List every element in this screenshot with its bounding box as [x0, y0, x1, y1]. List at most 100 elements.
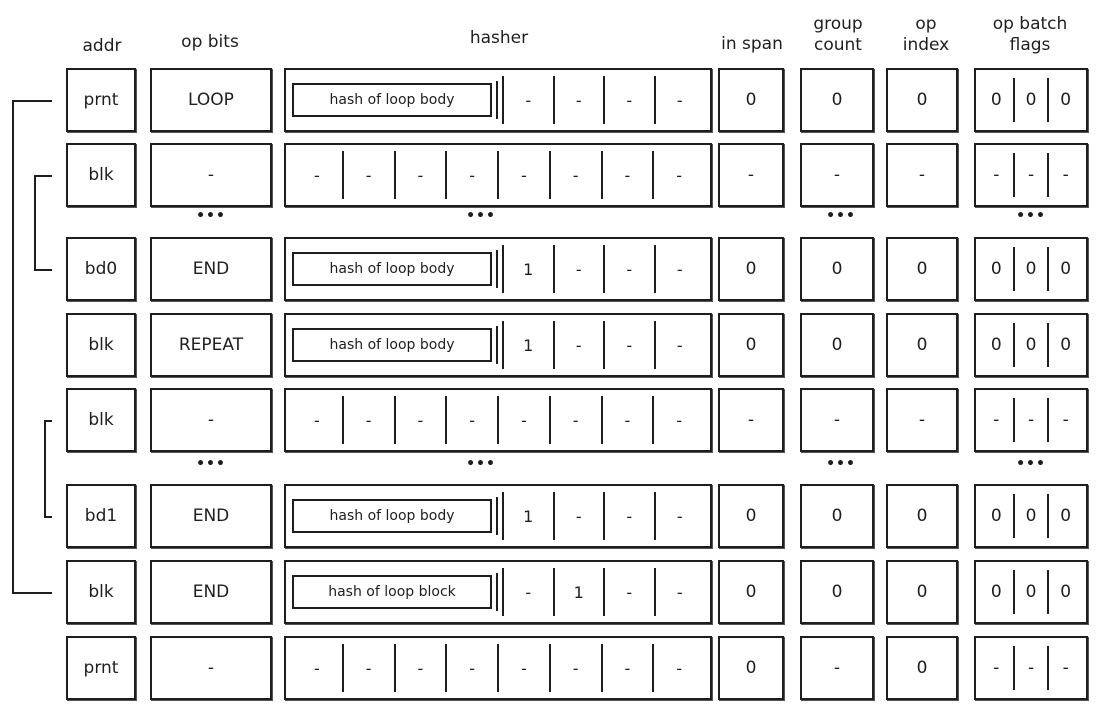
op-batch-flags-cell: ---	[974, 388, 1088, 452]
hasher-value: -	[502, 76, 553, 124]
ellipsis-hasher: •••	[466, 208, 496, 224]
group-count-cell: -	[800, 143, 874, 207]
addr-cell: blk	[66, 388, 136, 452]
body0-bracket-vertical	[34, 175, 36, 269]
hasher-value: 1	[502, 245, 553, 293]
header-op-bits: op bits	[181, 32, 239, 52]
hasher-value: -	[548, 151, 601, 199]
ellipsis-hasher: •••	[466, 456, 496, 472]
body0-bracket-bottom	[34, 269, 52, 271]
flag-value: 0	[1012, 78, 1048, 122]
hasher-value: -	[445, 151, 497, 199]
hasher-value: -	[552, 492, 604, 540]
flag-value: 0	[990, 335, 1002, 355]
hasher-value: -	[603, 76, 654, 124]
hasher-value: -	[445, 396, 497, 444]
group-count-cell: -	[800, 636, 874, 700]
header-group-count: group count	[813, 14, 863, 55]
flag-value: -	[1012, 646, 1048, 690]
hasher-value: -	[653, 321, 705, 369]
body1-bracket-bottom	[44, 516, 52, 518]
flag-value: -	[1047, 398, 1082, 442]
hasher-value: -	[603, 245, 654, 293]
op-bits-cell: -	[150, 636, 272, 700]
hasher-value: -	[313, 410, 320, 430]
flag-value: 0	[990, 259, 1002, 279]
hasher-value: -	[653, 492, 705, 540]
group-count-cell: 0	[800, 313, 874, 377]
hasher-value: -	[497, 396, 549, 444]
in-span-cell: 0	[718, 68, 784, 132]
op-index-cell: 0	[886, 313, 958, 377]
hasher-value: -	[393, 396, 446, 444]
hasher-value: 1	[502, 321, 553, 369]
in-span-cell: -	[718, 388, 784, 452]
ellipsis-op-batch-flags: •••	[1016, 456, 1046, 472]
hasher-value: -	[497, 151, 549, 199]
flag-value: 0	[1012, 323, 1048, 367]
op-index-cell: 0	[886, 484, 958, 548]
flag-value: -	[993, 165, 1000, 185]
outer-loop-bracket-top	[12, 100, 52, 102]
body1-bracket-top	[44, 420, 52, 422]
op-bits-cell: END	[150, 237, 272, 301]
group-count-cell: 0	[800, 68, 874, 132]
hasher-value: -	[393, 644, 446, 692]
group-count-cell: 0	[800, 237, 874, 301]
hasher-value: -	[341, 396, 394, 444]
header-op-batch-flags: op batch flags	[992, 14, 1068, 55]
in-span-cell: 0	[718, 560, 784, 624]
flag-value: -	[1047, 646, 1082, 690]
op-index-cell: 0	[886, 68, 958, 132]
hasher-value: -	[313, 165, 320, 185]
hasher-value: -	[653, 245, 705, 293]
op-batch-flags-cell: 000	[974, 313, 1088, 377]
op-bits-cell: LOOP	[150, 68, 272, 132]
hasher-cell: hash of loop body 1- - -	[284, 484, 712, 548]
hasher-value: -	[653, 568, 705, 616]
hasher-value: -	[600, 151, 653, 199]
ellipsis-op-bits: •••	[196, 208, 226, 224]
header-op-index: op index	[902, 14, 950, 55]
flag-value: 0	[1047, 570, 1082, 614]
op-index-cell: -	[886, 388, 958, 452]
hasher-cell: --------	[284, 143, 712, 207]
op-index-cell: -	[886, 143, 958, 207]
op-batch-flags-cell: 000	[974, 484, 1088, 548]
op-bits-cell: END	[150, 484, 272, 548]
hasher-cell: --------	[284, 388, 712, 452]
hasher-value: -	[497, 644, 549, 692]
body0-bracket-top	[34, 175, 52, 177]
op-bits-cell: -	[150, 143, 272, 207]
hasher-value: 1	[552, 568, 604, 616]
flag-value: 0	[990, 90, 1002, 110]
outer-loop-bracket-bottom	[12, 592, 52, 594]
header-in-span: in span	[721, 34, 783, 54]
addr-cell: blk	[66, 560, 136, 624]
hasher-cell: hash of loop body 1- - -	[284, 237, 712, 301]
op-index-cell: 0	[886, 237, 958, 301]
flag-value: 0	[990, 582, 1002, 602]
hasher-value: -	[600, 396, 653, 444]
flag-value: 0	[990, 506, 1002, 526]
op-batch-flags-cell: ---	[974, 636, 1088, 700]
header-addr: addr	[82, 36, 122, 56]
hasher-cell: --------	[284, 636, 712, 700]
ellipsis-group-count: •••	[826, 456, 856, 472]
op-batch-flags-cell: 000	[974, 68, 1088, 132]
in-span-cell: 0	[718, 313, 784, 377]
addr-cell: prnt	[66, 68, 136, 132]
op-index-cell: 0	[886, 560, 958, 624]
hasher-value: -	[502, 568, 553, 616]
in-span-cell: 0	[718, 484, 784, 548]
group-count-cell: 0	[800, 484, 874, 548]
flag-value: 0	[1012, 247, 1048, 291]
hasher-value: -	[652, 396, 704, 444]
hasher-value: -	[603, 568, 654, 616]
op-batch-flags-cell: ---	[974, 143, 1088, 207]
flag-value: -	[993, 658, 1000, 678]
hasher-value: 1	[502, 492, 553, 540]
hasher-value: -	[393, 151, 446, 199]
group-count-cell: 0	[800, 560, 874, 624]
hasher-value: -	[341, 644, 394, 692]
